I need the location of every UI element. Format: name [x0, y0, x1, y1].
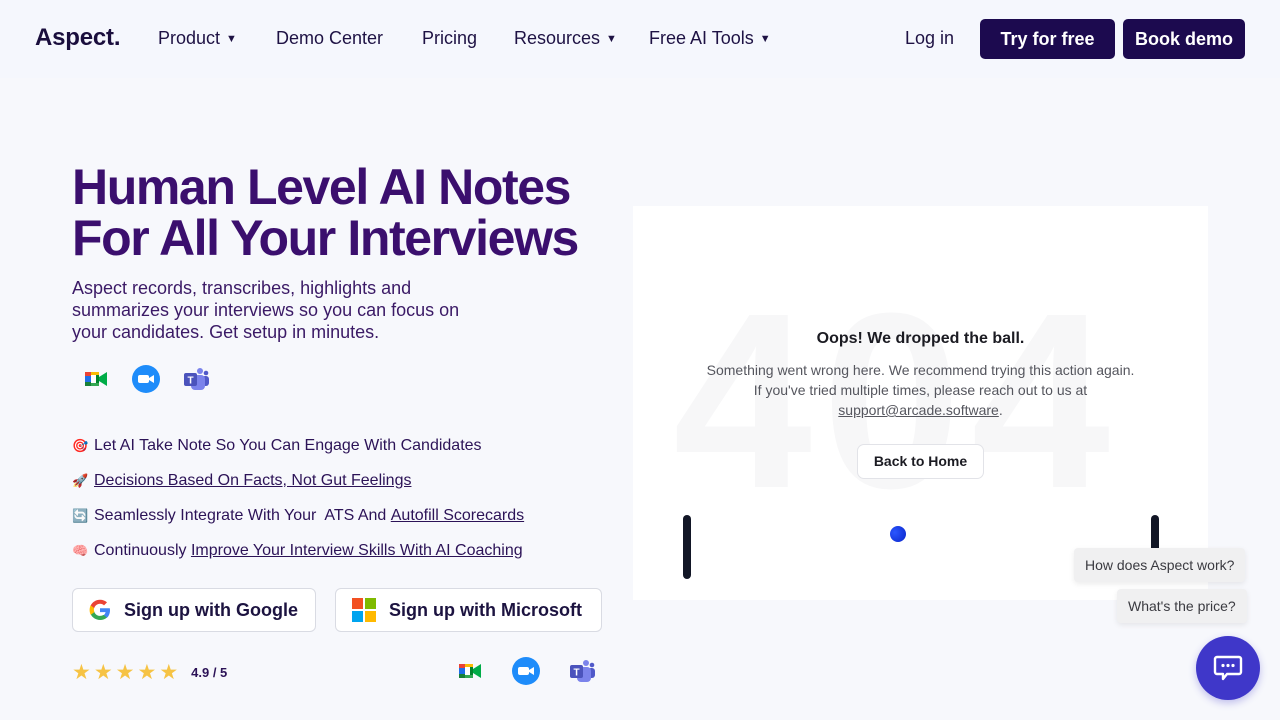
nav-free-ai-tools[interactable]: Free AI Tools ▼ — [649, 28, 771, 49]
rocket-icon: 🚀 — [72, 472, 89, 488]
star-icon: ★ — [159, 661, 179, 684]
error-message-line2: If you've tried multiple times, please r… — [753, 382, 1088, 398]
google-meet-icon — [459, 664, 481, 678]
signup-google-label: Sign up with Google — [124, 599, 298, 620]
hero-title-line1: Human Level AI Notes — [72, 159, 571, 215]
feature-link[interactable]: Improve Your Interview Skills With AI Co… — [191, 542, 523, 560]
nav-resources-label: Resources — [514, 28, 601, 48]
support-email-link[interactable]: support@arcade.software — [838, 402, 999, 418]
rating-value: 4.9 / 5 — [191, 665, 228, 680]
star-icon: ★ — [115, 661, 135, 684]
email-suffix: . — [998, 402, 1003, 418]
signup-microsoft-button[interactable]: Sign up with Microsoft — [335, 588, 602, 632]
signup-google-button[interactable]: Sign up with Google — [72, 588, 316, 632]
hero-subtitle: Aspect records, transcribes, highlights … — [72, 278, 460, 342]
book-demo-button[interactable]: Book demo — [1123, 19, 1245, 59]
feature-link[interactable]: Decisions Based On Facts, Not Gut Feelin… — [94, 472, 411, 490]
nav-product[interactable]: Product ▼ — [158, 28, 237, 49]
hero-title: Human Level AI Notes For All Your Interv… — [72, 162, 632, 264]
star-icon: ★ — [93, 661, 113, 684]
caret-down-icon: ▼ — [606, 33, 617, 45]
integration-icons: T — [82, 365, 210, 393]
nav-pricing[interactable]: Pricing — [422, 28, 477, 49]
nav-demo-center-label: Demo Center — [276, 28, 384, 48]
login-link[interactable]: Log in — [905, 28, 954, 49]
ball — [890, 526, 906, 542]
chat-suggestion[interactable]: What's the price? — [1117, 589, 1247, 623]
feature-item: 🎯 Let AI Take Note So You Can Engage Wit… — [72, 428, 524, 463]
hero-title-line2: For All Your Interviews — [72, 210, 579, 266]
feature-item: 🔄 Seamlessly Integrate With Your ATS And… — [72, 498, 524, 533]
caret-down-icon: ▼ — [226, 33, 237, 45]
sync-icon: 🔄 — [72, 507, 89, 523]
nav-product-label: Product — [158, 28, 221, 48]
microsoft-teams-icon: T — [184, 368, 209, 390]
nav-demo-center[interactable]: Demo Center — [276, 28, 383, 49]
integration-icons-bottom: T — [456, 657, 596, 685]
google-meet-icon — [85, 372, 107, 386]
svg-text:T: T — [187, 376, 193, 387]
star-icon: ★ — [137, 661, 157, 684]
brain-icon: 🧠 — [72, 542, 89, 558]
feature-link[interactable]: Autofill Scorecards — [391, 507, 524, 525]
chat-bubble-icon — [1213, 655, 1243, 681]
rating: ★ ★ ★ ★ ★ 4.9 / 5 — [72, 660, 227, 685]
svg-text:T: T — [573, 668, 579, 679]
feature-item: 🧠 Continuously Improve Your Interview Sk… — [72, 533, 524, 568]
signup-microsoft-label: Sign up with Microsoft — [389, 599, 582, 620]
chat-launcher-button[interactable] — [1196, 636, 1260, 700]
error-card: 404 Oops! We dropped the ball. Something… — [633, 206, 1208, 600]
error-message: Something went wrong here. We recommend … — [633, 360, 1208, 420]
error-message-line1: Something went wrong here. We recommend … — [706, 362, 1135, 378]
feature-item: 🚀 Decisions Based On Facts, Not Gut Feel… — [72, 463, 524, 498]
nav-free-ai-tools-label: Free AI Tools — [649, 28, 754, 48]
google-icon — [89, 599, 110, 620]
feature-list: 🎯 Let AI Take Note So You Can Engage Wit… — [72, 428, 524, 568]
microsoft-icon — [352, 598, 376, 622]
zoom-icon — [512, 657, 540, 685]
feature-text: Continuously — [94, 541, 191, 559]
logo[interactable]: Aspect. — [35, 24, 120, 52]
feature-text: Let AI Take Note So You Can Engage With … — [94, 436, 482, 454]
target-icon: 🎯 — [72, 437, 89, 453]
microsoft-teams-icon: T — [570, 660, 595, 682]
left-paddle[interactable] — [683, 515, 691, 579]
star-icon: ★ — [72, 661, 91, 684]
feature-text: Seamlessly Integrate With Your ATS And — [94, 506, 391, 524]
top-nav: Aspect. Product ▼ Demo Center Pricing Res… — [0, 0, 1280, 78]
nav-resources[interactable]: Resources ▼ — [514, 28, 617, 49]
nav-pricing-label: Pricing — [422, 28, 478, 48]
caret-down-icon: ▼ — [759, 33, 771, 45]
zoom-icon — [132, 365, 160, 393]
chat-suggestion[interactable]: How does Aspect work? — [1074, 548, 1246, 582]
error-title: Oops! We dropped the ball. — [816, 330, 1025, 347]
back-to-home-button[interactable]: Back to Home — [857, 444, 984, 479]
try-for-free-button[interactable]: Try for free — [980, 19, 1115, 59]
